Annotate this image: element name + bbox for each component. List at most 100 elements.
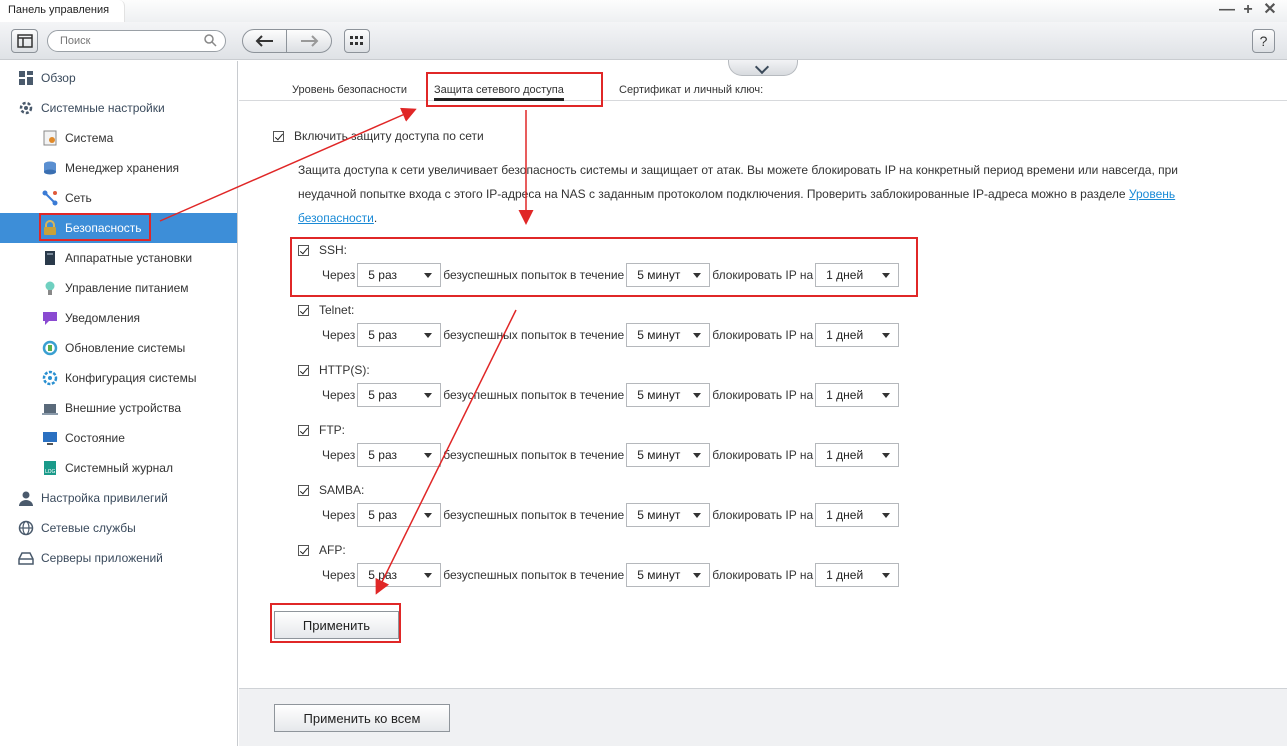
period-select[interactable]: 5 минут (626, 323, 711, 347)
config-icon (42, 370, 58, 386)
enable-protection-row[interactable]: Включить защиту доступа по сети (273, 129, 484, 143)
sidebar-item-label: Сетевые службы (41, 521, 136, 535)
enable-protection-label: Включить защиту доступа по сети (294, 129, 484, 143)
tab-bar: Уровень безопасности Защита сетевого дос… (239, 60, 1287, 101)
collapse-header-button[interactable] (728, 60, 798, 76)
rule-block-label: блокировать IP на (712, 388, 814, 402)
block-duration-select[interactable]: 1 дней (815, 443, 900, 467)
main-panel: Уровень безопасности Защита сетевого дос… (239, 60, 1287, 688)
rule-block-label: блокировать IP на (712, 448, 814, 462)
sidebar-item-notification[interactable]: Уведомления (0, 303, 237, 333)
sidebar-item-user[interactable]: Настройка привилегий (0, 483, 237, 513)
minimize-icon[interactable]: — (1219, 1, 1235, 19)
sidebar-item-server[interactable]: Серверы приложений (0, 543, 237, 573)
protocol-checkbox[interactable] (298, 364, 309, 376)
sidebar-item-hardware[interactable]: Аппаратные установки (0, 243, 237, 273)
attempts-select[interactable]: 5 раз (357, 323, 442, 347)
attempts-select[interactable]: 5 раз (357, 563, 442, 587)
overview-icon (18, 70, 34, 86)
back-button[interactable] (242, 29, 287, 53)
rule-via-label: Через (322, 328, 356, 342)
sidebar-toggle-button[interactable] (11, 29, 38, 53)
sidebar-item-log[interactable]: LOG Системный журнал (0, 453, 237, 483)
sidebar-item-config[interactable]: Конфигурация системы (0, 363, 237, 393)
sidebar-item-storage[interactable]: Менеджер хранения (0, 153, 237, 183)
block-duration-select[interactable]: 1 дней (815, 383, 900, 407)
sidebar-item-external-device[interactable]: Внешние устройства (0, 393, 237, 423)
protocol-rule: Через 5 раз безуспешных попыток в течение 5… (322, 443, 901, 467)
period-select[interactable]: 5 минут (626, 443, 711, 467)
protocol-checkbox[interactable] (298, 544, 309, 556)
protocol-header[interactable]: SAMBA: (298, 483, 364, 497)
notification-icon (42, 310, 58, 326)
annotation-apply-highlight (270, 603, 401, 643)
sidebar-item-globe[interactable]: Сетевые службы (0, 513, 237, 543)
sidebar-item-label: Обновление системы (65, 341, 186, 355)
search-input[interactable] (60, 34, 200, 48)
period-select[interactable]: 5 минут (626, 503, 711, 527)
annotation-tab-highlight (426, 72, 603, 107)
sidebar-item-gear[interactable]: Системные настройки (0, 93, 237, 123)
block-duration-select[interactable]: 1 дней (815, 563, 900, 587)
system-icon (42, 130, 58, 146)
network-icon (42, 190, 58, 206)
block-duration-select[interactable]: 1 дней (815, 323, 900, 347)
annotation-sidebar-highlight (39, 213, 151, 241)
protocol-rule: Через 5 раз безуспешных попыток в течение 5… (322, 383, 901, 407)
attempts-select[interactable]: 5 раз (357, 503, 442, 527)
rule-block-label: блокировать IP на (712, 568, 814, 582)
protocol-checkbox[interactable] (298, 484, 309, 496)
protocol-rule: Через 5 раз безуспешных попыток в течение 5… (322, 323, 901, 347)
apps-grid-button[interactable] (344, 29, 370, 53)
update-icon (42, 340, 58, 356)
attempts-select[interactable]: 5 раз (357, 443, 442, 467)
forward-button[interactable] (286, 29, 332, 53)
apply-all-button[interactable]: Применить ко всем (274, 704, 450, 732)
sidebar-item-monitor[interactable]: Состояние (0, 423, 237, 453)
rule-attempts-label: безуспешных попыток в течение (443, 568, 625, 582)
rule-via-label: Через (322, 388, 356, 402)
tab-security-level[interactable]: Уровень безопасности (292, 84, 407, 96)
sidebar-item-overview[interactable]: Обзор (0, 63, 237, 93)
rule-via-label: Через (322, 508, 356, 522)
sidebar-item-update[interactable]: Обновление системы (0, 333, 237, 363)
close-icon[interactable]: ✕ (1263, 1, 1277, 19)
attempts-select[interactable]: 5 раз (357, 383, 442, 407)
protocol-checkbox[interactable] (298, 424, 309, 436)
sidebar-item-network[interactable]: Сеть (0, 183, 237, 213)
protocol-rule: Через 5 раз безуспешных попыток в течение 5… (322, 503, 901, 527)
block-duration-select[interactable]: 1 дней (815, 503, 900, 527)
sidebar-item-power[interactable]: Управление питанием (0, 273, 237, 303)
sidebar-item-label: Управление питанием (65, 281, 189, 295)
sidebar-item-label: Обзор (41, 71, 76, 85)
protocol-row-telnet: Telnet: Через 5 раз безуспешных попыток в т… (298, 303, 938, 358)
storage-icon (42, 160, 58, 176)
search-box[interactable] (47, 30, 226, 52)
enable-protection-checkbox[interactable] (273, 130, 284, 142)
layout-icon (16, 34, 33, 48)
tab-certificate[interactable]: Сертификат и личный ключ: (619, 84, 763, 96)
period-select[interactable]: 5 минут (626, 383, 711, 407)
protocol-name: Telnet: (319, 303, 355, 317)
protocol-name: AFP: (319, 543, 346, 557)
protocol-row-afp: AFP: Через 5 раз безуспешных попыток в тече… (298, 543, 938, 598)
monitor-icon (42, 430, 58, 446)
help-button[interactable]: ? (1252, 29, 1275, 53)
protocol-header[interactable]: HTTP(S): (298, 363, 370, 377)
protocol-header[interactable]: AFP: (298, 543, 346, 557)
annotation-ssh-highlight (290, 237, 918, 297)
sidebar-item-system[interactable]: Система (0, 123, 237, 153)
sidebar-item-label: Системный журнал (65, 461, 173, 475)
period-select[interactable]: 5 минут (626, 563, 711, 587)
user-icon (18, 490, 34, 506)
protocol-rule: Через 5 раз безуспешных попыток в течение 5… (322, 563, 901, 587)
protocol-header[interactable]: Telnet: (298, 303, 354, 317)
protocol-checkbox[interactable] (298, 304, 309, 316)
power-icon (42, 280, 58, 296)
sidebar-item-label: Аппаратные установки (65, 251, 193, 265)
maximize-icon[interactable]: + (1241, 1, 1255, 19)
arrow-right-icon (301, 35, 319, 47)
search-icon (204, 34, 217, 47)
rule-block-label: блокировать IP на (712, 328, 814, 342)
protocol-header[interactable]: FTP: (298, 423, 345, 437)
